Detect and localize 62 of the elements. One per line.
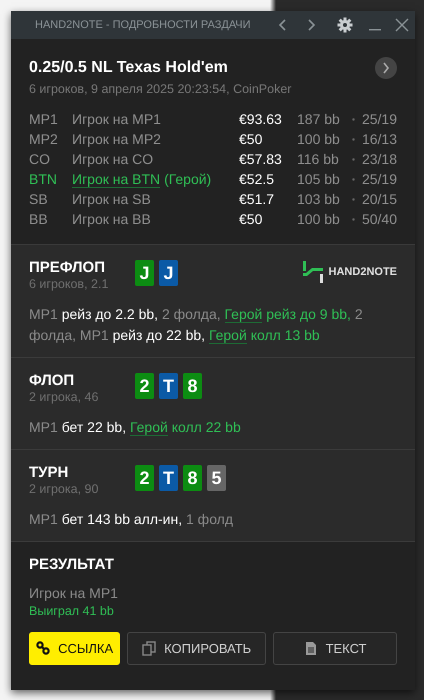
position-label: MP1: [29, 110, 59, 128]
text-button[interactable]: ТЕКСТ: [273, 632, 398, 665]
player-name: Игрок на CO: [72, 150, 154, 168]
action-summary: MP1 бет 143 bb алл-ин, 1 фолд: [29, 510, 234, 529]
position-label: SB: [29, 190, 49, 208]
street-title: ТУРН: [29, 464, 70, 481]
player-stats: 23/18: [360, 150, 397, 168]
win-amount: Выиграл 41 bb: [29, 604, 115, 618]
position-label: CO: [29, 150, 51, 168]
winner-name: Игрок на MP1: [29, 585, 119, 601]
player-stats: 16/13: [360, 130, 397, 148]
stack-amount: €50: [239, 130, 264, 148]
stack-amount: €52.5: [239, 170, 276, 188]
result-title: РЕЗУЛЬТАТ: [29, 556, 115, 573]
hand-subtitle: 6 игроков, 9 апреля 2025 20:23:54, CoinPoker: [29, 82, 292, 96]
street-title: ПРЕФЛОП: [29, 259, 106, 276]
player-link[interactable]: Игрок на BTN: [72, 171, 160, 188]
stack-bb: 187 bb: [297, 110, 341, 128]
street-info: 2 игрока, 90: [29, 482, 100, 496]
stack-bb: 116 bb: [297, 150, 340, 168]
stack-bb: 100 bb: [297, 210, 341, 228]
player-stats: 25/19: [360, 170, 397, 188]
stack-amount: €50: [239, 210, 264, 228]
stack-amount: €93.63: [239, 110, 283, 128]
card: T: [159, 465, 178, 491]
hero-link[interactable]: Герой: [208, 327, 247, 344]
player-name: Игрок на MP1: [72, 110, 162, 128]
window-title: HAND2NOTE - ПОДРОБНОСТИ РАЗДАЧИ: [35, 19, 252, 31]
hero-link[interactable]: Герой: [130, 419, 168, 436]
card: J: [159, 260, 178, 286]
position-label: MP2: [29, 130, 59, 148]
action-summary: MP1 рейз до 2.2 bb, 2 фолда, Герой рейз до 9 bb, 2 фолда, MP1 рейз до 22 bb, Герой колл 13 bb: [29, 305, 364, 346]
card: 5: [207, 465, 226, 491]
street-title: ФЛОП: [29, 372, 76, 389]
stack-amount: €57.83: [239, 150, 283, 168]
stack-bb: 100 bb: [297, 130, 341, 148]
player-name: Игрок на BB: [72, 210, 152, 228]
street-info: 2 игрока, 46: [29, 390, 100, 404]
stack-bb: 105 bb: [297, 170, 341, 188]
player-name: Игрок на MP2: [72, 130, 162, 148]
street-info: 6 игроков, 2.1: [29, 277, 110, 291]
hero-tag: (Герой): [164, 171, 212, 187]
player-name: Игрок на SB: [72, 190, 152, 208]
card: T: [159, 373, 178, 399]
copy-button[interactable]: КОПИРОВАТЬ: [127, 632, 266, 665]
stack-bb: 103 bb: [297, 190, 341, 208]
position-label: BTN: [29, 170, 58, 188]
card: 2: [135, 373, 154, 399]
position-label: BB: [29, 210, 49, 228]
hero-link[interactable]: Герой: [224, 306, 262, 323]
card: J: [135, 260, 154, 286]
brand-logo-text: HAND2NOTE: [328, 266, 397, 278]
player-stats: 25/19: [360, 110, 397, 128]
player-stats: 50/40: [360, 210, 397, 228]
stack-amount: €51.7: [239, 190, 276, 208]
card: 8: [183, 373, 202, 399]
card: 8: [183, 465, 202, 491]
link-button[interactable]: ССЫЛКА: [29, 632, 120, 665]
hand-title: 0.25/0.5 NL Texas Hold'em: [29, 59, 229, 77]
card: 2: [135, 465, 154, 491]
action-summary: MP1 бет 22 bb, Герой колл 22 bb: [29, 418, 242, 438]
player-stats: 20/15: [360, 190, 397, 208]
